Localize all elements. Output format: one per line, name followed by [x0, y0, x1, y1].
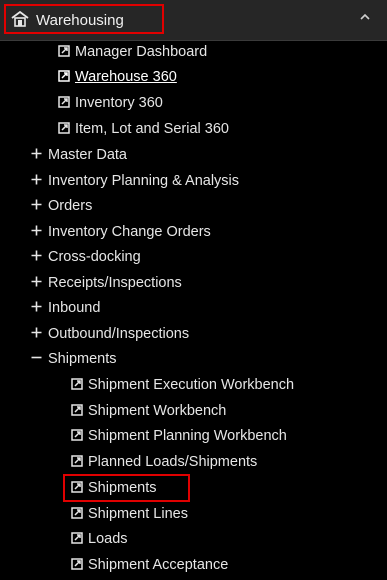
plus-icon: [31, 327, 42, 338]
link-label: Shipment Execution Workbench: [88, 377, 295, 393]
external-link-icon: [71, 532, 83, 544]
external-link-icon: [71, 429, 83, 441]
group-inventory-change-orders[interactable]: Inventory Change Orders: [31, 221, 211, 243]
external-link-icon: [58, 96, 70, 108]
link-warehouse-360[interactable]: Warehouse 360: [58, 66, 177, 88]
warehousing-header[interactable]: Warehousing: [0, 0, 387, 41]
external-link-icon: [71, 404, 83, 416]
group-shipments[interactable]: Shipments: [31, 348, 117, 370]
group-label: Inventory Change Orders: [48, 224, 211, 240]
plus-icon: [31, 199, 42, 210]
link-label: Planned Loads/Shipments: [88, 454, 258, 470]
group-label: Inventory Planning & Analysis: [48, 173, 240, 189]
group-inbound[interactable]: Inbound: [31, 297, 100, 319]
external-link-icon: [58, 122, 70, 134]
link-item-lot-serial-360[interactable]: Item, Lot and Serial 360: [58, 118, 229, 140]
link-shipment-execution-workbench[interactable]: Shipment Execution Workbench: [71, 374, 294, 396]
external-link-icon: [71, 378, 83, 390]
plus-icon: [31, 250, 42, 261]
plus-icon: [31, 148, 42, 159]
external-link-icon: [58, 45, 70, 57]
group-label: Orders: [48, 198, 93, 214]
plus-icon: [31, 301, 42, 312]
chevron-up-icon[interactable]: [359, 11, 371, 23]
group-orders[interactable]: Orders: [31, 195, 92, 217]
link-shipments[interactable]: Shipments: [71, 477, 157, 499]
link-label: Shipment Lines: [88, 506, 188, 522]
link-label: Shipment Workbench: [88, 403, 227, 419]
group-label: Master Data: [48, 147, 127, 163]
link-planned-loads-shipments[interactable]: Planned Loads/Shipments: [71, 451, 257, 473]
link-label: Shipment Planning Workbench: [88, 428, 287, 444]
group-label: Receipts/Inspections: [48, 275, 182, 291]
plus-icon: [31, 174, 42, 185]
link-loads[interactable]: Loads: [71, 528, 128, 550]
warehouse-home-icon: [11, 11, 29, 27]
link-label: Manager Dashboard: [75, 44, 208, 60]
link-label: Warehouse 360: [75, 69, 177, 85]
link-label: Shipments: [88, 480, 157, 496]
external-link-icon: [58, 70, 70, 82]
link-shipment-acceptance[interactable]: Shipment Acceptance: [71, 554, 228, 576]
external-link-icon: [71, 481, 83, 493]
group-master-data[interactable]: Master Data: [31, 144, 127, 166]
external-link-icon: [71, 455, 83, 467]
link-shipment-workbench[interactable]: Shipment Workbench: [71, 400, 226, 422]
group-label: Outbound/Inspections: [48, 326, 190, 342]
plus-icon: [31, 276, 42, 287]
external-link-icon: [71, 558, 83, 570]
group-inventory-planning[interactable]: Inventory Planning & Analysis: [31, 170, 239, 192]
group-outbound-inspections[interactable]: Outbound/Inspections: [31, 323, 189, 345]
minus-icon: [31, 356, 42, 359]
group-label: Shipments: [48, 351, 117, 367]
link-label: Shipment Acceptance: [88, 557, 229, 573]
link-manager-dashboard[interactable]: Manager Dashboard: [58, 41, 207, 63]
link-label: Item, Lot and Serial 360: [75, 121, 229, 137]
link-shipment-planning-workbench[interactable]: Shipment Planning Workbench: [71, 425, 287, 447]
link-shipment-lines[interactable]: Shipment Lines: [71, 503, 188, 525]
header-title: Warehousing: [36, 12, 124, 29]
group-cross-docking[interactable]: Cross-docking: [31, 246, 141, 268]
navigation-panel: Warehousing Manager Dashboard Warehouse …: [0, 0, 387, 580]
link-inventory-360[interactable]: Inventory 360: [58, 92, 163, 114]
link-label: Loads: [88, 531, 128, 547]
group-receipts-inspections[interactable]: Receipts/Inspections: [31, 272, 182, 294]
group-label: Cross-docking: [48, 249, 141, 265]
external-link-icon: [71, 507, 83, 519]
link-label: Inventory 360: [75, 95, 163, 111]
plus-icon: [31, 225, 42, 236]
group-label: Inbound: [48, 300, 101, 316]
